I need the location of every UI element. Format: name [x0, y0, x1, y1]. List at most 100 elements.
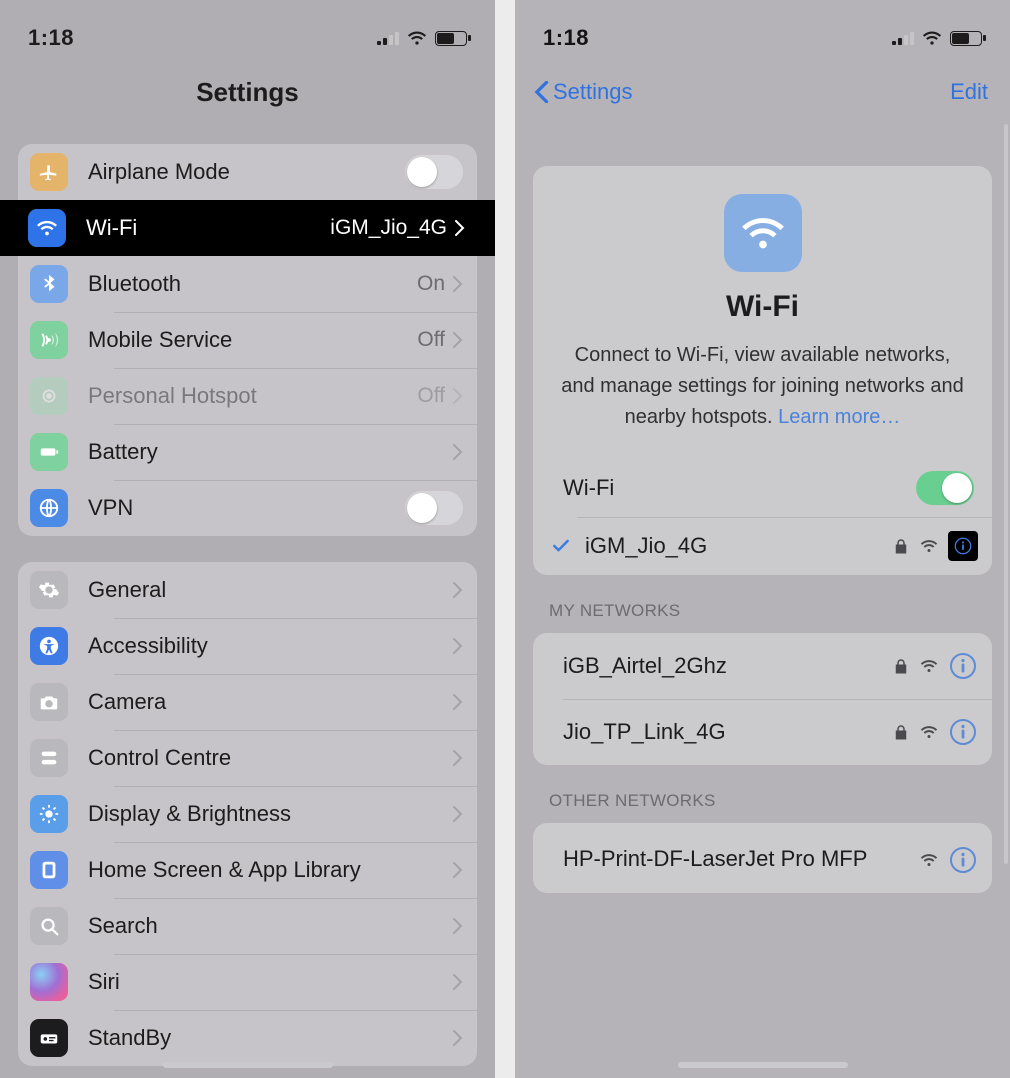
chevron-right-icon [453, 444, 463, 460]
chevron-right-icon [453, 862, 463, 878]
back-button[interactable]: Settings [533, 60, 633, 124]
row-label: Bluetooth [88, 271, 417, 297]
page-title: Settings [196, 77, 299, 108]
info-button[interactable] [948, 845, 978, 875]
chevron-right-icon [453, 1030, 463, 1046]
network-row[interactable]: Jio_TP_Link_4G [533, 699, 992, 765]
siri-icon [30, 963, 68, 1001]
row-label: Personal Hotspot [88, 383, 417, 409]
row-siri[interactable]: Siri [18, 954, 477, 1010]
wifi-title: Wi-Fi [551, 290, 974, 324]
vpn-toggle[interactable] [405, 491, 463, 525]
airplane-toggle[interactable] [405, 155, 463, 189]
status-icons [377, 28, 467, 48]
home-indicator[interactable] [163, 1062, 333, 1068]
battery-icon [950, 31, 982, 46]
row-battery[interactable]: Battery [18, 424, 477, 480]
row-display-brightness[interactable]: Display & Brightness [18, 786, 477, 842]
row-detail: Off [417, 384, 445, 408]
row-control-centre[interactable]: Control Centre [18, 730, 477, 786]
row-label: Airplane Mode [88, 159, 405, 185]
homescreen-icon [30, 851, 68, 889]
wifi-status-icon [407, 28, 427, 48]
settings-screen: 1:18 Settings Airplane Mode Wi-Fi iGM [0, 0, 495, 1078]
brightness-icon [30, 795, 68, 833]
row-detail: On [417, 272, 445, 296]
wifi-desc-text: Connect to Wi-Fi, view available network… [561, 344, 963, 428]
camera-icon [30, 683, 68, 721]
row-search[interactable]: Search [18, 898, 477, 954]
info-button[interactable] [948, 531, 978, 561]
status-bar: 1:18 [515, 0, 1010, 60]
row-label: Wi-Fi [86, 215, 330, 241]
chevron-right-icon [453, 388, 463, 404]
chevron-right-icon [453, 974, 463, 990]
wifi-hero: Wi-Fi Connect to Wi-Fi, view available n… [533, 166, 992, 459]
row-airplane-mode[interactable]: Airplane Mode [18, 144, 477, 200]
wifi-signal-icon [920, 537, 938, 555]
connected-network-row[interactable]: iGM_Jio_4G [533, 517, 992, 575]
wifi-signal-icon [920, 723, 938, 741]
row-mobile-service[interactable]: Mobile Service Off [18, 312, 477, 368]
row-label: Search [88, 913, 453, 939]
chevron-right-icon [453, 918, 463, 934]
chevron-right-icon [453, 806, 463, 822]
row-general[interactable]: General [18, 562, 477, 618]
lock-icon [892, 537, 910, 555]
lock-icon [892, 657, 910, 675]
status-time: 1:18 [543, 25, 589, 51]
row-wifi[interactable]: Wi-Fi iGM_Jio_4G [0, 200, 495, 256]
learn-more-link[interactable]: Learn more… [778, 406, 900, 428]
network-row[interactable]: HP-Print-DF-LaserJet Pro MFP [533, 823, 992, 893]
row-label: Battery [88, 439, 453, 465]
settings-list[interactable]: Airplane Mode Wi-Fi iGM_Jio_4G Bluetooth… [0, 130, 495, 1078]
checkmark-icon [551, 536, 571, 556]
chevron-right-icon [455, 220, 465, 236]
row-label: VPN [88, 495, 405, 521]
antenna-icon [30, 321, 68, 359]
row-accessibility[interactable]: Accessibility [18, 618, 477, 674]
row-label: Home Screen & App Library [88, 857, 453, 883]
status-icons [892, 28, 982, 48]
row-camera[interactable]: Camera [18, 674, 477, 730]
row-standby[interactable]: StandBy [18, 1010, 477, 1066]
network-name: Jio_TP_Link_4G [563, 719, 892, 745]
row-label: Control Centre [88, 745, 453, 771]
info-button[interactable] [948, 651, 978, 681]
wifi-hero-icon [724, 194, 802, 272]
wifi-toggle-row[interactable]: Wi-Fi [533, 459, 992, 517]
my-networks-header: MY NETWORKS [549, 601, 976, 621]
wifi-signal-icon [920, 851, 938, 869]
row-personal-hotspot[interactable]: Personal Hotspot Off [18, 368, 477, 424]
network-row[interactable]: iGB_Airtel_2Ghz [533, 633, 992, 699]
back-label: Settings [553, 79, 633, 105]
standby-icon [30, 1019, 68, 1057]
edit-button[interactable]: Edit [950, 60, 988, 124]
info-button[interactable] [948, 717, 978, 747]
row-label: Display & Brightness [88, 801, 453, 827]
home-indicator[interactable] [678, 1062, 848, 1068]
scrollbar[interactable] [1004, 124, 1008, 864]
connected-network-name: iGM_Jio_4G [585, 533, 892, 559]
row-bluetooth[interactable]: Bluetooth On [18, 256, 477, 312]
row-detail: iGM_Jio_4G [330, 216, 447, 240]
row-label: Accessibility [88, 633, 453, 659]
row-label: Camera [88, 689, 453, 715]
wifi-toggle[interactable] [916, 471, 974, 505]
cellular-icon [892, 31, 914, 45]
switches-icon [30, 739, 68, 777]
airplane-icon [30, 153, 68, 191]
other-networks-header: OTHER NETWORKS [549, 791, 976, 811]
gear-icon [30, 571, 68, 609]
status-time: 1:18 [28, 25, 74, 51]
chevron-right-icon [453, 332, 463, 348]
row-vpn[interactable]: VPN [18, 480, 477, 536]
chevron-right-icon [453, 694, 463, 710]
hotspot-icon [30, 377, 68, 415]
wifi-icon [28, 209, 66, 247]
nav-bar: Settings [0, 60, 495, 124]
wifi-content[interactable]: Wi-Fi Connect to Wi-Fi, view available n… [515, 124, 1010, 1078]
row-label: General [88, 577, 453, 603]
row-home-screen[interactable]: Home Screen & App Library [18, 842, 477, 898]
cellular-icon [377, 31, 399, 45]
